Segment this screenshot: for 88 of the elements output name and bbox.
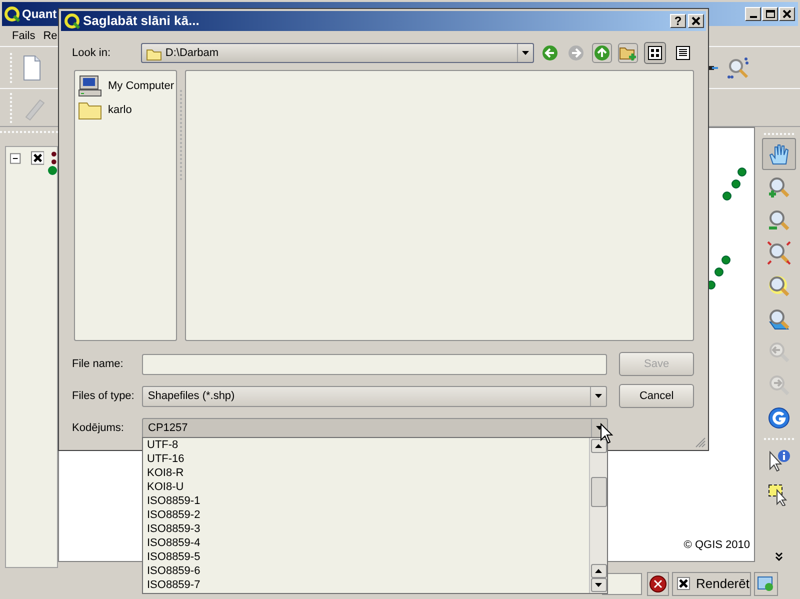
dropdown-option[interactable]: ISO8859-4 [147, 536, 589, 550]
zoom-layer-icon [766, 274, 790, 298]
map-point [732, 180, 740, 188]
file-type-combo[interactable]: Shapefiles (*.shp) [142, 386, 608, 406]
zoom-extent-icon [766, 241, 790, 265]
down-caret-icon [595, 583, 602, 587]
map-tips-icon [757, 576, 775, 592]
list-view-button[interactable] [644, 42, 666, 64]
map-point [722, 192, 732, 200]
dropdown-option[interactable]: KOI8-R [147, 466, 589, 480]
minimize-button[interactable] [745, 7, 761, 21]
file-name-field[interactable] [142, 354, 608, 374]
dropdown-option[interactable]: UTF-16 [147, 452, 589, 466]
scrollbar-thumb[interactable] [590, 477, 606, 507]
up-caret-icon [595, 444, 602, 448]
look-in-combo[interactable]: D:\Darbam [141, 43, 534, 63]
close-icon [689, 15, 703, 27]
dropdown-option[interactable]: ISO8859-1 [147, 494, 589, 508]
layer-checkbox[interactable] [30, 151, 44, 165]
stop-render-button[interactable] [647, 572, 669, 596]
up-button[interactable] [592, 43, 612, 63]
scroll-up-button[interactable] [590, 439, 606, 453]
map-point [738, 168, 746, 176]
zoom-out-icon [766, 208, 790, 232]
collapse-icon[interactable] [10, 152, 21, 164]
menu-item[interactable]: Fails [12, 28, 36, 44]
file-name-label: File name: [72, 356, 124, 372]
menu-item[interactable]: Re [43, 28, 58, 44]
symbol-dots-icon [51, 151, 57, 165]
new-file-icon[interactable] [22, 54, 42, 80]
maximize-icon [766, 10, 774, 18]
maximize-button[interactable] [762, 7, 778, 21]
folder-icon [78, 100, 102, 120]
zoom-forward-icon [766, 373, 790, 397]
scroll-down-button[interactable] [590, 578, 606, 592]
hand-icon [766, 142, 790, 166]
dialog-title: Saglabāt slāni kā... [83, 12, 200, 30]
zoom-back-icon [766, 340, 790, 364]
dropdown-option[interactable]: KOI8-U [147, 480, 589, 494]
look-in-label: Look in: [72, 46, 112, 61]
dropdown-option[interactable]: ISO8859-2 [147, 508, 589, 522]
refresh-icon [766, 406, 790, 430]
help-button[interactable]: ? [670, 14, 686, 28]
encoding-combo[interactable]: CP1257 [142, 418, 608, 438]
point-symbol-icon [48, 165, 57, 176]
new-folder-button[interactable] [618, 43, 638, 63]
pointer-info-icon [766, 449, 790, 473]
close-button[interactable] [779, 7, 795, 21]
zoom-selection-icon [766, 307, 790, 331]
pan-button[interactable] [762, 138, 796, 170]
dropdown-option[interactable]: ISO8859-3 [147, 522, 589, 536]
app-logo-icon [4, 6, 20, 22]
computer-icon [78, 75, 102, 97]
checkbox-icon [677, 577, 690, 590]
encoding-value: CP1257 [148, 420, 188, 436]
close-icon [783, 10, 791, 18]
zoom-in-icon [766, 175, 790, 199]
dropdown-option[interactable]: ISO8859-6 [147, 564, 589, 578]
stop-icon [649, 574, 667, 592]
close-button[interactable] [688, 14, 704, 28]
file-type-label: Files of type: [72, 388, 136, 404]
window-title: Quant [22, 6, 57, 23]
render-checkbox[interactable]: Renderēt [672, 572, 751, 596]
dropdown-arrow-icon [522, 51, 529, 55]
file-type-value: Shapefiles (*.shp) [148, 388, 235, 404]
encoding-label: Kodējums: [72, 420, 125, 436]
copyright-text: © QGIS 2010 [684, 538, 750, 552]
list-view-icon [648, 46, 662, 60]
back-button[interactable] [540, 43, 560, 63]
map-point [722, 256, 730, 264]
dropdown-option[interactable]: ISO8859-5 [147, 550, 589, 564]
dialog-button[interactable]: Cancel [619, 384, 694, 408]
dropdown-option[interactable]: ISO8859-7 [147, 578, 589, 592]
map-tips-button[interactable] [754, 572, 778, 596]
look-in-value: D:\Darbam [165, 46, 219, 61]
minimize-icon [750, 16, 756, 18]
sidebar-item[interactable]: karlo [78, 99, 176, 121]
map-point [714, 268, 724, 276]
detail-view-icon [676, 46, 690, 60]
up-caret-icon [595, 569, 602, 573]
sidebar-item[interactable]: My Computer [78, 75, 176, 97]
scroll-up-button[interactable] [590, 564, 606, 578]
dropdown-arrow-icon [595, 394, 602, 398]
more-chevron-icon[interactable] [774, 552, 784, 562]
mouse-cursor-icon [600, 423, 614, 445]
size-grip-icon [695, 437, 706, 448]
dropdown-option[interactable]: UTF-8 [147, 438, 589, 452]
app-logo-icon [64, 13, 80, 29]
